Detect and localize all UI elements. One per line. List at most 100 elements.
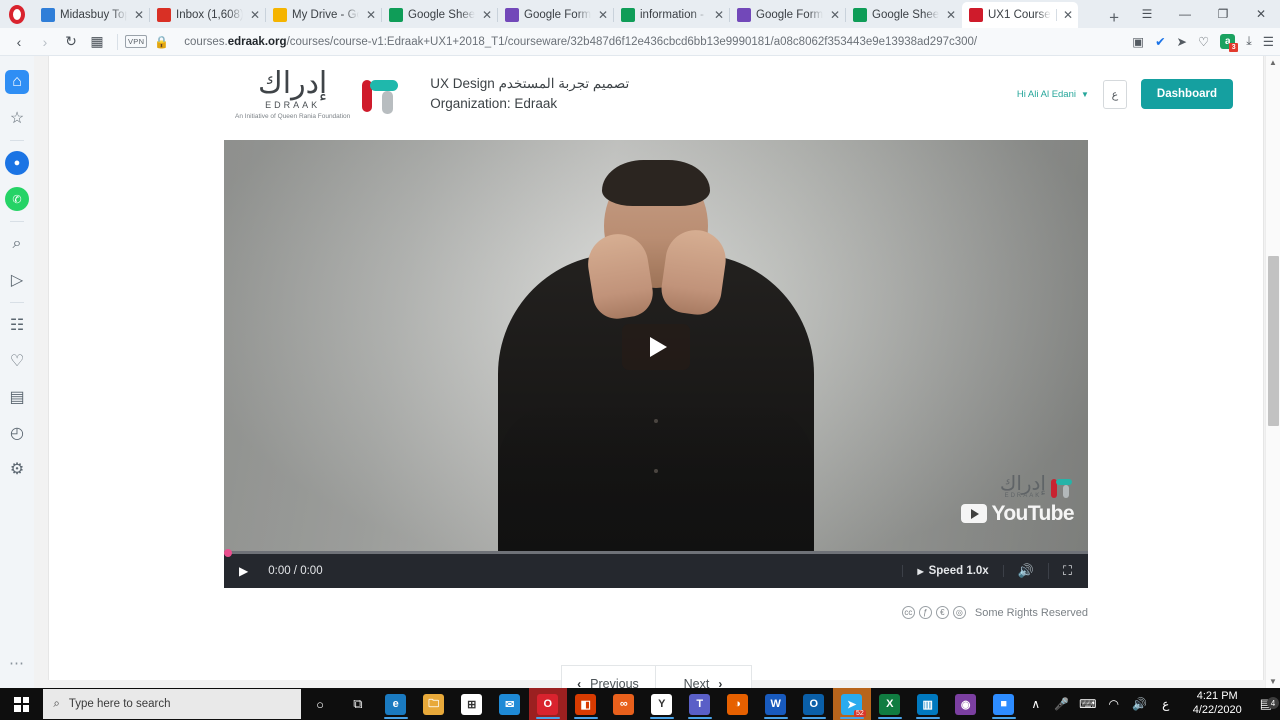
browser-tab[interactable]: Google Sheets - (✕	[845, 2, 962, 28]
new-tab-button[interactable]: +	[1100, 9, 1128, 28]
edraak-logo[interactable]: إدراك EDRAAK An Initiative of Queen Rani…	[235, 68, 402, 120]
reload-button[interactable]: ↻	[58, 33, 84, 50]
word-icon[interactable]: W	[757, 688, 795, 720]
sidebar-settings[interactable]: ⚙	[5, 457, 29, 481]
tab-close-icon[interactable]: ✕	[596, 9, 610, 21]
sidebar-favorites[interactable]: ☆	[5, 106, 29, 130]
firefox-icon[interactable]: ◑	[719, 688, 757, 720]
browser-tab[interactable]: information - Goo ✕	[613, 2, 730, 28]
sidebar-bookmarks[interactable]: ♡	[5, 349, 29, 373]
browser-tab[interactable]: Inbox (1,608) - ali ✕	[149, 2, 266, 28]
heart-icon[interactable]: ♡	[1198, 34, 1209, 49]
volume-icon[interactable]: 🔊	[1004, 563, 1049, 579]
minimize-button[interactable]: —	[1166, 7, 1204, 21]
tab-close-icon[interactable]: ✕	[712, 9, 726, 21]
sidebar-news[interactable]: ▤	[5, 385, 29, 409]
vpn-badge[interactable]: VPN	[125, 35, 148, 48]
sidebar-more-button[interactable]: ⋯	[9, 654, 25, 672]
microsoft-store-icon[interactable]: ⊞	[453, 688, 491, 720]
forward-button[interactable]: ›	[32, 34, 58, 50]
tab-close-icon[interactable]: ✕	[364, 9, 378, 21]
start-button[interactable]	[0, 688, 43, 720]
browser-menu-icon[interactable]: ☰	[1263, 34, 1274, 49]
camtasia-icon[interactable]: ◉	[947, 688, 985, 720]
scroll-up-arrow[interactable]: ▲	[1266, 58, 1280, 67]
telegram-icon[interactable]: ➤ 52	[832, 688, 871, 720]
next-button[interactable]: Next ›	[655, 665, 752, 688]
opera-sidebar: ⌂ ☆ ● ✆ ⌕ ▷ ☷ ♡ ▤ ◴ ⚙ ⋯	[0, 56, 34, 688]
language-icon[interactable]: ع	[1153, 697, 1179, 711]
scroll-down-arrow[interactable]: ▼	[1266, 677, 1280, 686]
tab-close-icon[interactable]: ✕	[132, 9, 146, 21]
excel-icon[interactable]: X	[871, 688, 909, 720]
previous-button[interactable]: ‹ Previous	[560, 665, 656, 688]
wifi-icon[interactable]: ◠	[1101, 697, 1127, 711]
download-icon[interactable]: ⤓	[1246, 34, 1252, 49]
trello-icon[interactable]: ▥	[909, 688, 947, 720]
browser-tab[interactable]: Google Forms - ✕	[497, 2, 614, 28]
xmind-icon[interactable]: ∞	[605, 688, 643, 720]
play-button-overlay[interactable]	[622, 324, 690, 370]
show-hidden-icons[interactable]: ∧	[1023, 697, 1049, 711]
sidebar-history[interactable]: ◴	[5, 421, 29, 445]
tab-menu-button[interactable]: ☰	[1128, 7, 1166, 21]
microsoft-edge-icon[interactable]: e	[377, 688, 415, 720]
browser-tab[interactable]: UX1 Courseware ✕	[962, 2, 1078, 28]
tab-close-icon[interactable]: ✕	[1056, 9, 1074, 21]
maximize-button[interactable]: ❐	[1204, 7, 1242, 21]
office-icon[interactable]: ◧	[567, 688, 605, 720]
microsoft-edge-icon-glyph: e	[385, 693, 407, 715]
tab-close-icon[interactable]: ✕	[248, 9, 262, 21]
sidebar-home[interactable]: ⌂	[5, 70, 29, 94]
taskbar-search[interactable]: ⌕ Type here to search	[43, 689, 302, 719]
tab-close-icon[interactable]: ✕	[944, 9, 958, 21]
outlook-icon[interactable]: O	[795, 688, 833, 720]
microphone-icon[interactable]: 🎤	[1049, 697, 1075, 711]
youtube-play-icon	[961, 504, 988, 523]
running-indicator	[687, 717, 712, 719]
sidebar-search[interactable]: ⌕	[5, 232, 29, 256]
snapshot-icon[interactable]: ▣	[1132, 34, 1144, 49]
send-icon[interactable]: ➤	[1177, 34, 1187, 49]
play-button[interactable]: ▶	[234, 564, 253, 578]
video-player[interactable]: إدراك EDRAAK YouTube	[224, 140, 1088, 554]
progress-knob[interactable]	[224, 549, 232, 557]
taskbar-clock[interactable]: 4:21 PM 4/22/2020	[1183, 690, 1252, 718]
browser-tab[interactable]: My Drive - Googl ✕	[265, 2, 382, 28]
close-window-button[interactable]: ✕	[1242, 7, 1280, 21]
cortana-icon[interactable]: ○	[301, 688, 339, 720]
video-progress-bar[interactable]	[224, 549, 1088, 557]
mail-icon[interactable]: ✉	[491, 688, 529, 720]
speed-button[interactable]: ▶ Speed 1.0x	[902, 565, 1004, 577]
sidebar-speed-dial[interactable]: ☷	[5, 313, 29, 337]
fullscreen-icon[interactable]: ⛶	[1049, 563, 1078, 579]
touchpad-icon[interactable]: ⌨	[1075, 697, 1101, 711]
microsoft-teams-icon[interactable]: T	[681, 688, 719, 720]
browser-tab[interactable]: Midasbuy Top-Up ✕	[34, 2, 150, 28]
yandex-icon[interactable]: Y	[643, 688, 681, 720]
youtube-logo[interactable]: YouTube	[961, 503, 1075, 524]
extension-icon[interactable]: a 3	[1220, 34, 1239, 52]
address-bar[interactable]: courses.edraak.org/courses/course-v1:Edr…	[169, 36, 1122, 48]
tab-close-icon[interactable]: ✕	[480, 9, 494, 21]
task-view-icon[interactable]: ⧉	[339, 688, 377, 720]
sidebar-whatsapp[interactable]: ✆	[5, 187, 29, 211]
sidebar-telegram[interactable]: ▷	[5, 268, 29, 292]
volume-icon[interactable]: 🔊	[1127, 697, 1153, 711]
tile-view-icon[interactable]: ▦	[84, 33, 110, 50]
back-button[interactable]: ‹	[6, 34, 32, 50]
page-scrollbar[interactable]: ▲ ▼	[1265, 56, 1280, 688]
verified-icon[interactable]: ✔	[1155, 34, 1165, 49]
file-explorer-icon[interactable]: 🗀	[415, 688, 453, 720]
language-switcher[interactable]: ع	[1102, 79, 1127, 109]
zoom-icon[interactable]: ■	[985, 688, 1023, 720]
sidebar-messenger[interactable]: ●	[5, 151, 29, 175]
notification-center-icon[interactable]: ▤ 4	[1252, 696, 1280, 712]
tab-close-icon[interactable]: ✕	[828, 9, 842, 21]
dashboard-button[interactable]: Dashboard	[1140, 79, 1233, 109]
browser-tab[interactable]: Google Sheets - ✕	[381, 2, 498, 28]
scrollbar-thumb[interactable]	[1268, 256, 1279, 426]
user-menu[interactable]: Hi Ali Al Edani ▼	[1017, 89, 1089, 100]
opera-icon[interactable]: O	[528, 688, 567, 720]
browser-tab[interactable]: Google Forms - ✕	[729, 2, 846, 28]
